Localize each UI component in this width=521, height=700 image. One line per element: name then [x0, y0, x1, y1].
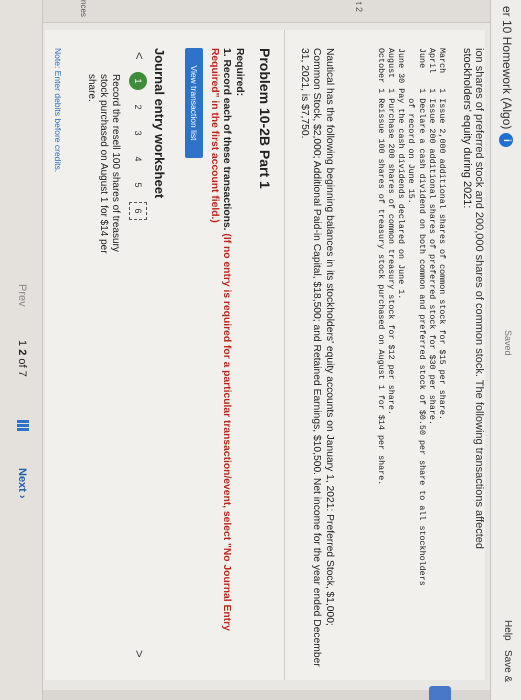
grid-icon[interactable]: [17, 420, 29, 432]
page-current: 2: [16, 349, 28, 356]
help-link[interactable]: Help: [502, 620, 513, 641]
transaction-line: August 1 Purchase 200 shares of common t…: [385, 48, 396, 415]
expand-tab-button[interactable]: [429, 686, 451, 700]
homework-page: er 10 Homework (Algo)i Saved Help Save &…: [0, 0, 521, 700]
page-indicator: 1 2 of 7: [16, 340, 28, 377]
step-1[interactable]: 1: [129, 72, 147, 90]
top-bar: er 10 Homework (Algo)i Saved Help Save &: [490, 0, 521, 700]
entry-instruction: Record the resell 100 shares of treasury…: [86, 74, 121, 254]
info-icon[interactable]: i: [499, 133, 514, 148]
references-label[interactable]: nces: [79, 0, 88, 17]
next-button[interactable]: Next ›: [16, 468, 28, 499]
beginning-balances: Nautical has the following beginning bal…: [299, 48, 335, 667]
question-card: ion shares of preferred stock and 200,00…: [45, 30, 485, 680]
page-prefix: 1: [16, 340, 28, 347]
step-2[interactable]: 2: [129, 98, 147, 116]
required-text: 1. Record each of these transactions.: [221, 48, 233, 231]
transaction-line: of record on June 15.: [406, 48, 417, 204]
question-sidebar: t 2 nces ok: [0, 0, 490, 23]
step-3[interactable]: 3: [129, 124, 147, 142]
transaction-line: June 1 Declare a cash dividend on both c…: [416, 48, 427, 586]
debit-credit-note: Note: Enter debits before credits.: [53, 48, 63, 173]
screen: er 10 Homework (Algo)i Saved Help Save &…: [0, 0, 521, 700]
save-exit-button[interactable]: Save &: [502, 650, 513, 682]
prev-button[interactable]: Prev: [16, 284, 28, 307]
required-label: Required:: [234, 48, 245, 97]
problem-cut-text: ion shares of preferred stock and 200,00…: [473, 48, 485, 549]
transaction-line: June 30 Pay the cash dividends declared …: [396, 48, 407, 300]
footer-nav: Prev 1 2 of 7 Next ›: [0, 0, 43, 700]
right-edge: [0, 690, 490, 700]
saved-status: Saved: [503, 330, 513, 356]
question-number[interactable]: t 2: [354, 2, 364, 12]
problem-intro: stockholders' equity during 2021:: [461, 48, 473, 209]
previous-entry-arrow[interactable]: <: [132, 52, 147, 60]
transaction-line: October 1 Reissue 100 shares of treasury…: [375, 48, 386, 486]
page-of: of 7: [16, 358, 28, 377]
transaction-list: March 1 Issue 2,000 additional shares of…: [376, 48, 447, 586]
divider: [284, 30, 285, 680]
assignment-title: er 10 Homework (Algo)i: [499, 6, 514, 148]
transaction-line: March 1 Issue 2,000 additional shares of…: [437, 48, 447, 420]
journal-title: Journal entry worksheet: [152, 48, 167, 199]
transaction-line: April 1 Issue 200 additional shares of p…: [426, 48, 437, 425]
step-5[interactable]: 5: [129, 176, 147, 194]
step-6[interactable]: 6: [129, 202, 147, 220]
part-title: Problem 10-2B Part 1: [257, 48, 273, 189]
next-entry-arrow[interactable]: >: [132, 650, 147, 658]
required-block: Required: 1. Record each of these transa…: [208, 48, 245, 668]
step-4[interactable]: 4: [129, 150, 147, 168]
next-label: Next: [16, 468, 28, 492]
view-transaction-list-button[interactable]: View transaction list: [185, 48, 203, 158]
